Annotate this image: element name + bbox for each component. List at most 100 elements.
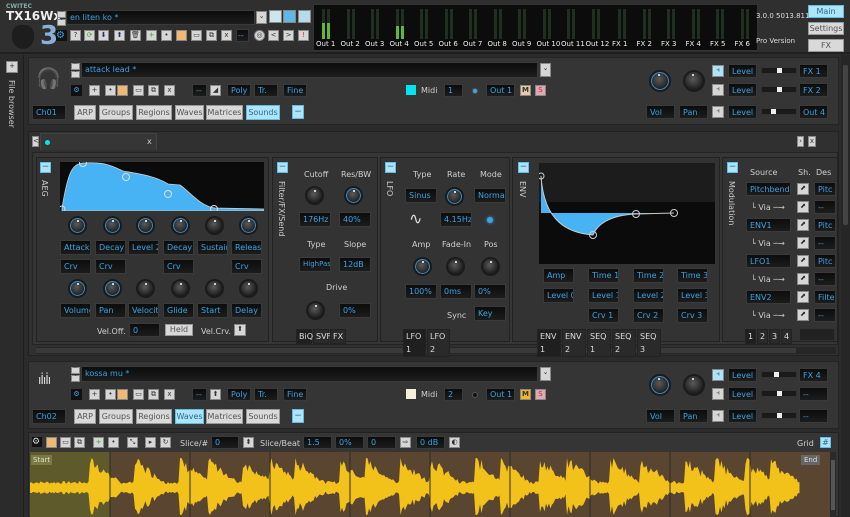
- ch1-color-swatch[interactable]: [406, 85, 416, 95]
- aeg-knob-level-2[interactable]: [136, 216, 155, 235]
- ch1-send-enable-1[interactable]: ⫞: [712, 84, 724, 96]
- preset-dropdown[interactable]: ⌄: [256, 11, 267, 24]
- mod-source-select[interactable]: LFO1: [746, 254, 791, 268]
- ch1-folder-icon[interactable]: [117, 85, 128, 96]
- filter-tab-fx[interactable]: FX: [330, 329, 346, 344]
- ch1-send-slider[interactable]: [761, 86, 797, 93]
- mod-shape-icon[interactable]: ⬈: [797, 237, 809, 249]
- env-field-level0[interactable]: Level 0: [543, 288, 574, 303]
- env-field-level3[interactable]: Level 3: [677, 288, 708, 303]
- ch2-tab-groups[interactable]: Groups: [99, 409, 133, 424]
- right-scrollbar[interactable]: [841, 55, 850, 517]
- mod-page-scrollbar[interactable]: [800, 329, 834, 340]
- env-field-time3[interactable]: Time 3: [677, 268, 708, 283]
- trash-icon[interactable]: 🗑: [130, 30, 141, 41]
- wave-add-icon[interactable]: +: [93, 437, 104, 448]
- ch2-save-icon[interactable]: ▭: [133, 389, 144, 400]
- ch2-output-select[interactable]: Out 1: [486, 388, 515, 401]
- preset-down-button[interactable]: ˅: [57, 19, 66, 26]
- res-knob[interactable]: [344, 186, 363, 205]
- slider-handle[interactable]: [777, 87, 782, 92]
- mod-shape-icon[interactable]: ⬈: [797, 309, 809, 321]
- editor-prev-button[interactable]: <: [32, 136, 39, 147]
- aeg-curve-field[interactable]: Crv: [163, 259, 194, 274]
- drive-knob[interactable]: [306, 301, 325, 320]
- ch2-preset-field[interactable]: kossa mu *: [81, 366, 538, 382]
- fx-nav-button[interactable]: FX: [808, 39, 844, 52]
- slider-handle[interactable]: [777, 391, 782, 396]
- ch2-tab-matrices[interactable]: Matrices: [206, 409, 243, 424]
- lfo-pos-field[interactable]: 0%: [474, 284, 506, 299]
- wave-dot-icon[interactable]: •: [108, 437, 119, 448]
- env-field-crv3[interactable]: Crv 3: [677, 308, 708, 323]
- ch1-send-dest[interactable]: FX 2: [799, 83, 828, 97]
- env-field-crv2[interactable]: Crv 2: [633, 308, 664, 323]
- ch1-preset-dropdown[interactable]: ⌄: [540, 63, 551, 77]
- aeg-field-attack[interactable]: Attack: [60, 240, 91, 255]
- editor-close-button[interactable]: x: [808, 136, 816, 147]
- lfo-collapse-button[interactable]: −: [385, 162, 396, 173]
- ch2-send-enable-0[interactable]: ⫞: [712, 369, 724, 381]
- ch1-add-icon[interactable]: +: [89, 85, 100, 96]
- aeg-knob2-glide[interactable]: [171, 279, 190, 298]
- aeg-field2-pan[interactable]: Pan: [95, 303, 126, 318]
- ch1-send-dest[interactable]: FX 1: [799, 64, 828, 78]
- mod-dest-select[interactable]: Pitc: [814, 218, 836, 232]
- mod-dest-select[interactable]: --: [814, 200, 836, 214]
- lfo-rate-field[interactable]: 4.15Hz: [440, 212, 472, 227]
- view-3-button[interactable]: [298, 10, 311, 23]
- lfo-tab-lfo1[interactable]: LFO 1: [403, 329, 426, 357]
- ch2-copy-icon[interactable]: ⧉: [148, 389, 159, 400]
- ch2-dot-icon[interactable]: •: [105, 389, 116, 400]
- slider-handle[interactable]: [777, 413, 782, 418]
- mod-collapse-button[interactable]: −: [727, 162, 738, 173]
- save-icon[interactable]: ▭: [191, 30, 202, 41]
- slider-handle[interactable]: [771, 109, 776, 114]
- wave-start-marker[interactable]: Start: [31, 455, 53, 465]
- import-icon[interactable]: ⬇: [98, 30, 109, 41]
- add-icon[interactable]: +: [146, 30, 157, 41]
- ch1-dash-field[interactable]: --: [192, 84, 207, 97]
- slider-handle[interactable]: [777, 68, 782, 73]
- aeg-knob2-start[interactable]: [205, 279, 224, 298]
- aeg-knob2-pan[interactable]: [103, 279, 122, 298]
- ch2-preset-dropdown[interactable]: ⌄: [540, 367, 551, 381]
- aeg-field-decay-2[interactable]: Decay 2: [163, 240, 194, 255]
- ch2-send-enable-1[interactable]: ⫞: [712, 388, 724, 400]
- mod-shape-icon[interactable]: ⬈: [797, 291, 809, 303]
- ch2-tab-waves[interactable]: Waves: [175, 409, 204, 424]
- ch1-dot-icon[interactable]: •: [105, 85, 116, 96]
- grid-toggle[interactable]: #: [820, 437, 831, 448]
- aeg-knob2-velocity[interactable]: [136, 279, 155, 298]
- lfo-rate-knob[interactable]: [445, 187, 464, 206]
- wave-vscrollbar[interactable]: [830, 452, 836, 517]
- ch1-tab-sounds[interactable]: Sounds: [246, 105, 280, 120]
- mod-page-tab-3[interactable]: 3: [769, 329, 780, 344]
- editor-tab[interactable]: x: [40, 133, 157, 150]
- wave-copy-icon[interactable]: ⧉: [74, 437, 85, 448]
- mod-shape-icon[interactable]: ⬈: [797, 219, 809, 231]
- slice-percent-field[interactable]: 0%: [335, 436, 364, 449]
- cutoff-field[interactable]: 176Hz: [299, 212, 331, 227]
- aeg-curve-field[interactable]: Crv: [60, 259, 91, 274]
- aeg-field2-glide[interactable]: Glide: [163, 303, 194, 318]
- mod-dest-select[interactable]: Pitc: [814, 254, 836, 268]
- aeg-envelope-graph[interactable]: [60, 162, 264, 211]
- sidebar-add-button[interactable]: +: [6, 61, 18, 73]
- aeg-field-release[interactable]: Release: [231, 240, 262, 255]
- aeg-field2-start[interactable]: Start: [197, 303, 228, 318]
- env-field-time2[interactable]: Time 2: [633, 268, 664, 283]
- aeg-knob2-volume[interactable]: [68, 279, 87, 298]
- ch2-send-slider[interactable]: [761, 390, 797, 397]
- ch2-dash-field[interactable]: --: [192, 388, 207, 401]
- aeg-knob2-delay[interactable]: [239, 279, 258, 298]
- ch1-tab-arp[interactable]: ARP: [74, 105, 96, 120]
- gain-field[interactable]: 0 dB: [416, 436, 445, 449]
- aeg-field-sustain[interactable]: Sustain: [197, 240, 228, 255]
- wave-loop-icon[interactable]: ↻: [160, 437, 171, 448]
- ch2-gear-icon[interactable]: ⚙: [71, 389, 82, 400]
- ch1-tab-groups[interactable]: Groups: [99, 105, 133, 120]
- wave-end-marker[interactable]: End: [801, 455, 821, 465]
- aeg-knob-release[interactable]: [239, 216, 258, 235]
- slice-split-icon[interactable]: ⬍: [243, 437, 254, 448]
